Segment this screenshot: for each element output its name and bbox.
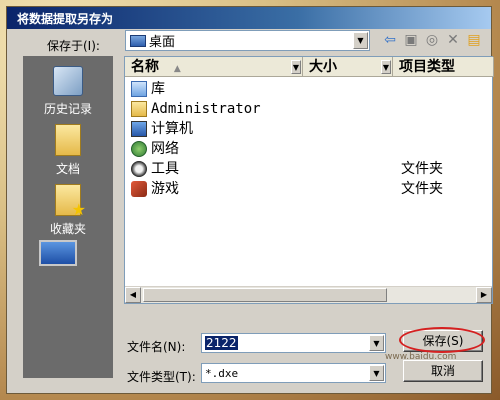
chevron-left-icon[interactable]: ◀ (125, 287, 141, 303)
chevron-right-icon[interactable]: ▶ (476, 287, 492, 303)
file-type: 文件夹 (401, 181, 443, 197)
delete-button[interactable]: ✕ (443, 30, 463, 50)
file-name: 游戏 (151, 181, 179, 197)
savein-label: 保存于(I): (47, 39, 100, 53)
up-folder-button[interactable]: ▣ (401, 30, 421, 50)
window-title: 将数据提取另存为 (17, 12, 114, 26)
new-folder-button[interactable]: ▤ (464, 30, 484, 50)
file-name: Administrator (151, 101, 261, 117)
filename-value: 2122 (205, 336, 238, 350)
filename-label: 文件名(N): (127, 340, 186, 354)
computer-icon (131, 121, 147, 137)
place-favorites[interactable]: ★ 收藏夹 (23, 184, 113, 237)
desktop-icon (39, 240, 77, 266)
documents-folder-icon (55, 124, 81, 156)
favorites-folder-icon: ★ (55, 184, 86, 219)
title-bar: 将数据提取另存为 (7, 7, 491, 29)
filetype-label: 文件类型(T): (127, 370, 196, 384)
desktop-icon (130, 34, 146, 47)
chevron-down-icon[interactable]: ▼ (291, 60, 301, 74)
place-label: 收藏夹 (49, 222, 86, 236)
list-item[interactable]: Administrator (131, 99, 491, 119)
file-type: 文件夹 (401, 161, 443, 177)
list-item[interactable]: 计算机 (131, 119, 491, 139)
filetype-value: *.dxe (205, 366, 239, 380)
column-name-label: 名称 (131, 59, 159, 75)
watermark-text: www.baidu.com (385, 352, 457, 362)
column-type-label: 项目类型 (399, 59, 455, 75)
filetype-select[interactable]: *.dxe ▼ (201, 363, 386, 383)
file-name: 网络 (151, 141, 179, 157)
user-folder-icon (131, 101, 147, 117)
place-label: 历史记录 (43, 102, 92, 116)
place-label: 文档 (55, 162, 80, 176)
scrollbar-thumb[interactable] (143, 288, 387, 302)
list-item[interactable]: 网络 (131, 139, 491, 159)
column-header-size[interactable]: 大小 ▼ (303, 57, 393, 77)
star-icon: ★ (71, 200, 86, 219)
column-header-name[interactable]: 名称 ▲ ▼ (125, 57, 303, 77)
list-item[interactable]: 库 (131, 79, 491, 99)
column-header-type[interactable]: 项目类型 (393, 57, 494, 77)
place-history[interactable]: 历史记录 (23, 66, 113, 117)
tools-folder-icon (131, 161, 147, 177)
chevron-down-icon[interactable]: ▼ (381, 60, 391, 74)
library-icon (131, 81, 147, 97)
place-desktop[interactable] (23, 240, 113, 270)
file-name: 计算机 (151, 121, 193, 137)
horizontal-scrollbar[interactable]: ◀ ▶ (125, 286, 492, 303)
history-icon (53, 66, 83, 96)
list-item[interactable]: 工具 文件夹 (131, 159, 491, 179)
chevron-down-icon[interactable]: ▼ (369, 365, 384, 381)
file-list[interactable]: 名称 ▲ ▼ 大小 ▼ 项目类型 库 Administrator 计算机 网络 … (124, 56, 494, 304)
savein-value: 桌面 (149, 35, 176, 50)
back-button[interactable]: ⇦ (380, 30, 400, 50)
place-documents[interactable]: 文档 (23, 124, 113, 177)
cancel-button[interactable]: 取消 (403, 360, 483, 382)
chevron-down-icon[interactable]: ▼ (369, 335, 384, 351)
network-icon (131, 141, 147, 157)
highlight-annotation (399, 327, 485, 353)
column-size-label: 大小 (309, 59, 337, 75)
filename-input[interactable]: 2122 ▼ (201, 333, 386, 353)
chevron-down-icon[interactable]: ▼ (353, 32, 368, 49)
search-web-button[interactable]: ◎ (422, 30, 442, 50)
cancel-button-label: 取消 (430, 364, 455, 378)
file-name: 库 (151, 81, 165, 97)
list-item[interactable]: 游戏 文件夹 (131, 179, 491, 199)
sort-ascending-icon: ▲ (173, 64, 181, 74)
file-name: 工具 (151, 161, 179, 177)
savein-dropdown[interactable]: 桌面 ▼ (125, 30, 370, 51)
places-bar: 历史记录 文档 ★ 收藏夹 (23, 56, 113, 378)
games-folder-icon (131, 181, 147, 197)
